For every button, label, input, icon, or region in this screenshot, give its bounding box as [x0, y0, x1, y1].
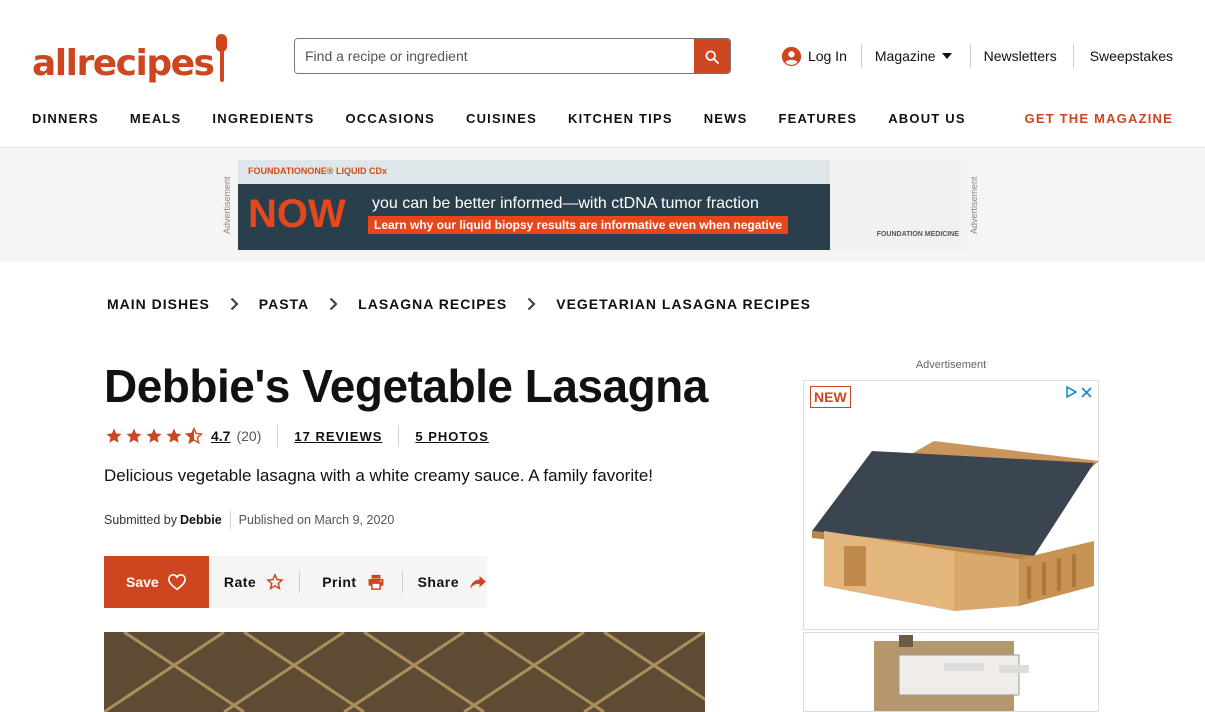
- rating-count: (20): [236, 428, 262, 444]
- close-icon[interactable]: [1081, 386, 1092, 398]
- chevron-right-icon: [230, 297, 239, 311]
- search-icon: [705, 50, 719, 64]
- published-date: Published on March 9, 2020: [238, 513, 395, 527]
- ad-label-right: Advertisement: [969, 176, 979, 234]
- chevron-right-icon: [329, 297, 338, 311]
- rate-button[interactable]: Rate: [223, 556, 285, 608]
- nav-item-ingredients[interactable]: INGREDIENTS: [212, 110, 314, 128]
- spoon-logo-icon: [215, 34, 229, 82]
- share-button[interactable]: Share: [418, 556, 487, 608]
- search-button[interactable]: [694, 39, 730, 73]
- login-link[interactable]: Log In: [781, 44, 862, 68]
- hero-photo-pattern: [104, 632, 705, 712]
- share-label: Share: [417, 574, 459, 590]
- save-label: Save: [126, 574, 159, 590]
- star-rating[interactable]: [105, 427, 203, 445]
- nav-item-cuisines[interactable]: CUISINES: [466, 110, 537, 128]
- breadcrumb-pasta[interactable]: PASTA: [259, 296, 309, 312]
- get-the-magazine-link[interactable]: GET THE MAGAZINE: [1025, 110, 1173, 128]
- search-bar: [294, 38, 731, 74]
- search-input[interactable]: [295, 39, 694, 73]
- rating-value[interactable]: 4.7: [211, 428, 230, 444]
- nav-item-occasions[interactable]: OCCASIONS: [345, 110, 435, 128]
- breadcrumb: MAIN DISHES PASTA LASAGNA RECIPES VEGETA…: [107, 296, 811, 312]
- action-divider: [299, 571, 301, 593]
- page-title: Debbie's Vegetable Lasagna: [104, 360, 708, 412]
- ad-sponsor: FOUNDATION MEDICINE: [876, 231, 959, 238]
- save-button[interactable]: Save: [104, 556, 209, 608]
- side-ad-second[interactable]: [803, 632, 1099, 712]
- sweepstakes-link[interactable]: Sweepstakes: [1074, 44, 1173, 68]
- photos-link[interactable]: 5 PHOTOS: [415, 429, 489, 444]
- printer-icon: [368, 574, 384, 590]
- share-arrow-icon: [470, 576, 486, 589]
- breadcrumb-main-dishes[interactable]: MAIN DISHES: [107, 296, 210, 312]
- byline: Submitted by Debbie Published on March 9…: [104, 511, 394, 529]
- ad-fine-print: FOUNDATION MEDICINE: [830, 160, 967, 250]
- nav-item-features[interactable]: FEATURES: [779, 110, 858, 128]
- ad-brand: FOUNDATIONONE® LIQUID CDx: [248, 166, 387, 176]
- nav-item-kitchen-tips[interactable]: KITCHEN TIPS: [568, 110, 673, 128]
- star-full-icon: [166, 428, 182, 443]
- nav-item-dinners[interactable]: DINNERS: [32, 110, 99, 128]
- action-divider: [401, 571, 403, 593]
- site-header: allrecipes Log In Magazine Newsletters S…: [0, 0, 1205, 148]
- magazine-label: Magazine: [874, 48, 936, 64]
- submitted-by-label: Submitted by: [104, 513, 177, 527]
- rate-label: Rate: [223, 574, 257, 590]
- side-ad-label: Advertisement: [915, 359, 987, 371]
- ad-choices[interactable]: [1065, 386, 1092, 398]
- heart-icon: [167, 573, 186, 591]
- recipe-actions: Save Rate Print Share: [104, 556, 487, 608]
- top-ad-banner[interactable]: FOUNDATIONONE® LIQUID CDx NOW you can be…: [238, 160, 967, 250]
- star-full-icon: [126, 428, 142, 443]
- star-half-icon: [185, 427, 203, 445]
- ad-headline: NOW: [248, 192, 346, 236]
- print-button[interactable]: Print: [322, 556, 384, 608]
- ad-label-left: Advertisement: [222, 176, 232, 234]
- magazine-dropdown[interactable]: Magazine: [862, 44, 971, 68]
- nav-item-news[interactable]: NEWS: [704, 110, 748, 128]
- caret-down-icon: [941, 53, 952, 59]
- main-nav: DINNERS MEALS INGREDIENTS OCCASIONS CUIS…: [32, 110, 997, 128]
- recipe-meta: 4.7 (20) 17 REVIEWS 5 PHOTOS: [105, 425, 489, 447]
- chevron-right-icon: [527, 297, 536, 311]
- furniture-image: [804, 633, 1098, 711]
- new-badge: NEW: [810, 386, 851, 408]
- recipe-description: Delicious vegetable lasagna with a white…: [104, 466, 653, 485]
- meta-divider: [398, 425, 400, 447]
- star-full-icon: [146, 428, 162, 443]
- breadcrumb-vegetarian-lasagna[interactable]: VEGETARIAN LASAGNA RECIPES: [556, 296, 811, 312]
- utility-nav: Log In Magazine Newsletters Sweepstakes: [781, 42, 1173, 70]
- newsletters-link[interactable]: Newsletters: [971, 44, 1074, 68]
- meta-divider: [277, 425, 279, 447]
- nav-item-about-us[interactable]: ABOUT US: [888, 110, 966, 128]
- author-link[interactable]: Debbie: [180, 513, 222, 527]
- site-logo[interactable]: allrecipes: [32, 30, 229, 82]
- login-label: Log In: [807, 48, 847, 64]
- ad-line2: Learn why our liquid biopsy results are …: [368, 216, 789, 234]
- dog-house-image: [804, 381, 1098, 629]
- top-ad-strip: Advertisement FOUNDATIONONE® LIQUID CDx …: [0, 148, 1205, 262]
- recipe-hero-photo[interactable]: [104, 632, 705, 712]
- ad-line1: you can be better informed—with ctDNA tu…: [372, 195, 759, 212]
- star-outline-icon: [266, 573, 285, 591]
- star-full-icon: [106, 428, 122, 443]
- side-ad[interactable]: NEW: [803, 380, 1099, 630]
- logo-wordmark: allrecipes: [32, 43, 215, 84]
- nav-item-meals[interactable]: MEALS: [130, 110, 182, 128]
- breadcrumb-lasagna-recipes[interactable]: LASAGNA RECIPES: [358, 296, 507, 312]
- user-account-icon: [781, 46, 802, 66]
- reviews-link[interactable]: 17 REVIEWS: [294, 429, 382, 444]
- adchoices-icon: [1066, 386, 1077, 398]
- print-label: Print: [322, 574, 357, 590]
- byline-divider: [229, 511, 231, 529]
